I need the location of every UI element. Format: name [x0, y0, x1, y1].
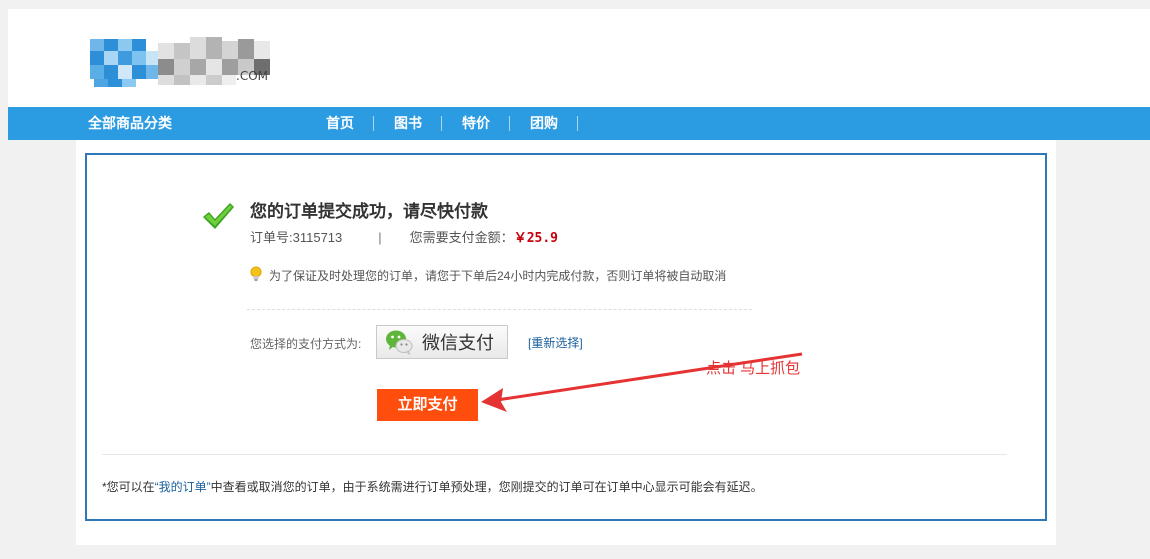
note-prefix: *您可以在 [102, 480, 155, 494]
nav-specials[interactable]: 特价 [442, 107, 510, 140]
order-note: *您可以在“我的订单”中查看或取消您的订单，由于系统需进行订单预处理，您刚提交的… [102, 478, 763, 495]
divider-dashed [247, 309, 752, 310]
pay-now-button[interactable]: 立即支付 [377, 389, 478, 421]
annotation-text: 点击 马上抓包 [706, 360, 801, 377]
main-nav: 全部商品分类 首页 图书 特价 团购 [8, 107, 1150, 140]
header: .COM [8, 9, 1150, 107]
logo-suffix: .COM [236, 69, 268, 83]
payment-method-name: 微信支付 [422, 333, 494, 353]
order-no-label: 订单号: [250, 230, 293, 245]
order-info: 订单号:3115713 | 您需要支付金额：￥25.9 [250, 227, 558, 246]
order-no: 3115713 [292, 230, 343, 245]
wechat-icon [386, 330, 413, 355]
divider [102, 454, 1007, 455]
nav-links: 首页 图书 特价 团购 [306, 107, 578, 140]
payment-deadline-tip: 为了保证及时处理您的订单，请您于下单后24小时内完成付款，否则订单将被自动取消 [269, 269, 727, 283]
amount-label: 您需要支付金额： [409, 230, 514, 245]
wechat-pay-option[interactable]: 微信支付 [376, 325, 508, 359]
amount: ￥25.9 [513, 231, 558, 246]
order-success-box: 您的订单提交成功，请尽快付款 订单号:3115713 | 您需要支付金额：￥25.9… [85, 153, 1047, 521]
payment-method-label: 您选择的支付方式为: [250, 337, 362, 351]
separator: | [378, 230, 382, 245]
page: .COM 全部商品分类 首页 图书 特价 团购 您的订单提交成功，请尽快付款 订… [8, 9, 1150, 559]
note-suffix: 中查看或取消您的订单，由于系统需进行订单预处理，您刚提交的订单可在订单中心显示可… [210, 480, 763, 494]
nav-group-buy[interactable]: 团购 [510, 107, 578, 140]
content-card: 您的订单提交成功，请尽快付款 订单号:3115713 | 您需要支付金额：￥25.9… [76, 140, 1056, 545]
check-icon [203, 203, 234, 229]
rechoose-link[interactable]: [重新选择] [528, 334, 583, 351]
nav-books[interactable]: 图书 [374, 107, 442, 140]
nav-home[interactable]: 首页 [306, 107, 374, 140]
success-title: 您的订单提交成功，请尽快付款 [250, 202, 488, 221]
bulb-icon [250, 266, 262, 281]
my-orders-link[interactable]: “我的订单” [155, 480, 211, 494]
all-categories-menu[interactable]: 全部商品分类 [88, 107, 172, 140]
